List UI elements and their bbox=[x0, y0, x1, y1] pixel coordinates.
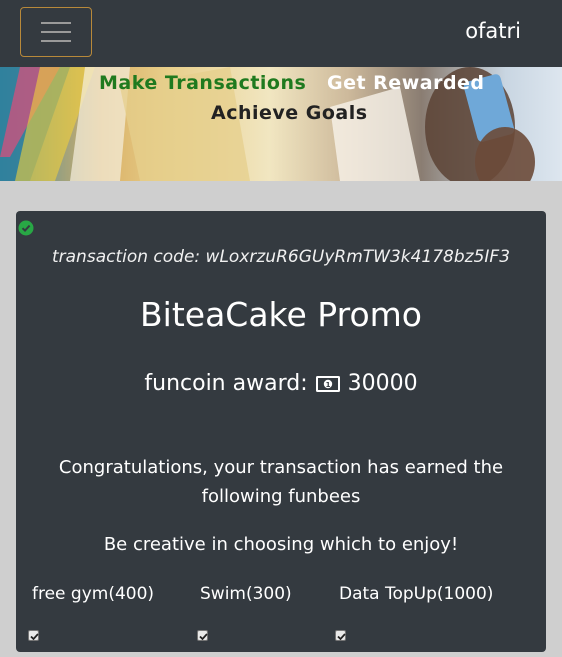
checkbox-swim[interactable] bbox=[197, 630, 208, 641]
congrats-message: Congratulations, your transaction has ea… bbox=[58, 457, 504, 507]
creative-message: Be creative in choosing which to enjoy! bbox=[103, 534, 459, 555]
award-label: funcoin award: bbox=[144, 371, 308, 396]
money-icon: 1 bbox=[315, 376, 340, 392]
menu-toggle-button[interactable] bbox=[20, 7, 92, 57]
hero-banner: Make Transactions Get Rewarded Achieve G… bbox=[0, 67, 562, 181]
checkmark-icon bbox=[30, 633, 39, 641]
award-value: 30000 bbox=[347, 371, 418, 396]
checkmark-icon bbox=[199, 633, 208, 641]
checkbox-gym[interactable] bbox=[28, 630, 39, 641]
check-circle-icon bbox=[18, 220, 34, 236]
promo-title: BiteaCake Promo bbox=[140, 295, 422, 334]
option-label-swim: Swim(300) bbox=[200, 584, 292, 604]
option-label-gym: free gym(400) bbox=[32, 584, 155, 604]
checkmark-icon bbox=[337, 633, 346, 641]
svg-text:1: 1 bbox=[325, 381, 330, 389]
transaction-card: transaction code: wLoxrzuR6GUyRmTW3k4178… bbox=[16, 211, 546, 652]
top-navbar: ofatri bbox=[0, 0, 562, 67]
brand-link[interactable]: ofatri bbox=[465, 19, 521, 43]
tagline-achieve-goals: Achieve Goals bbox=[211, 102, 368, 124]
tagline-make-transactions: Make Transactions bbox=[99, 72, 307, 94]
checkbox-data-topup[interactable] bbox=[335, 630, 346, 641]
option-label-data-topup: Data TopUp(1000) bbox=[339, 584, 494, 604]
tagline-get-rewarded: Get Rewarded bbox=[327, 72, 485, 94]
transaction-code: transaction code: wLoxrzuR6GUyRmTW3k4178… bbox=[51, 247, 511, 267]
funcoin-award: funcoin award: 1 30000 bbox=[16, 371, 546, 396]
